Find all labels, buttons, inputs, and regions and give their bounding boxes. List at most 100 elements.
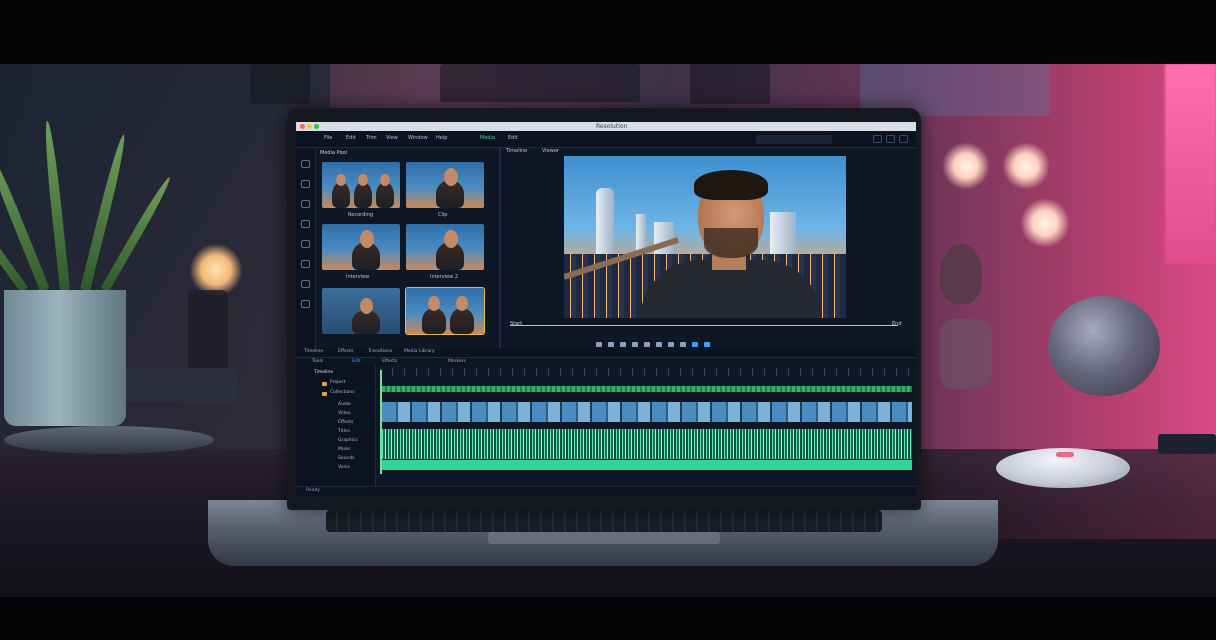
title-track[interactable] [382,386,912,392]
tab-effects[interactable]: Effects [338,349,353,354]
step-forward-icon[interactable] [632,342,638,347]
tree-item[interactable]: Titles [338,429,350,434]
skip-forward-icon[interactable] [644,342,650,347]
tree-item[interactable]: Project [330,380,345,385]
media-thumbnail[interactable] [322,288,400,334]
preview-tab-viewer[interactable]: Viewer [542,148,559,154]
media-icon[interactable] [301,160,310,168]
tab-media-library[interactable]: Media Library [404,349,435,354]
effects-icon[interactable] [301,220,310,228]
tree-item[interactable]: Music [338,447,351,452]
tree-item[interactable]: Sounds [338,456,355,461]
thumbnail-label: Interview [346,274,370,280]
media-panel-title: Media Pool [320,150,347,156]
menu-trim[interactable]: Trim [366,135,377,141]
menu-edit[interactable]: Edit [346,135,356,141]
transitions-icon[interactable] [301,240,310,248]
media-thumbnail[interactable] [322,162,400,208]
bokeh-light [942,142,990,190]
titles-icon[interactable] [301,200,310,208]
menu-file[interactable]: File [324,135,332,141]
audio-icon[interactable] [301,180,310,188]
maximize-icon[interactable] [314,124,319,129]
export-button-icon[interactable] [704,342,710,347]
render-icon[interactable] [692,342,698,347]
media-thumbnail[interactable] [322,224,400,270]
playback-controls [596,342,710,347]
laptop-keyboard [326,510,882,532]
wall-frame [690,64,770,104]
window-titlebar: Resolution [296,122,916,131]
toolbar-effects[interactable]: Effects [382,359,397,364]
preview-tab-timeline[interactable]: Timeline [506,148,527,154]
skyline-tower [596,188,614,258]
tab-transitions[interactable]: Transitions [368,349,392,354]
window-title: Resolution [596,123,628,130]
tree-item[interactable]: Voice [338,465,350,470]
status-text: Ready [306,488,320,493]
tree-item[interactable]: Effects [338,420,353,425]
folder-icon [322,392,327,396]
export-icon[interactable] [899,135,908,143]
loop-icon[interactable] [656,342,662,347]
minimize-icon[interactable] [307,124,312,129]
tree-item[interactable]: Collections [330,390,355,395]
book [120,368,238,402]
settings-icon[interactable] [886,135,895,143]
skip-back-icon[interactable] [596,342,602,347]
status-bar [296,486,916,496]
media-thumbnail-selected[interactable] [405,287,485,335]
media-thumbnail[interactable] [406,162,484,208]
menu-help[interactable]: Help [436,135,447,141]
menu-view[interactable]: View [386,135,398,141]
tree-item[interactable]: Graphics [338,438,358,443]
play-icon[interactable] [620,342,626,347]
volume-icon[interactable] [668,342,674,347]
bokeh-light [1020,198,1070,248]
fullscreen-icon[interactable] [680,342,686,347]
menu-media[interactable]: Media [480,135,495,141]
project-root[interactable]: Timeline [314,370,333,375]
audio-waveform-track[interactable] [382,429,912,459]
toolbar-tools[interactable]: Tools [312,359,323,364]
playhead[interactable] [380,370,382,474]
window-toolbar [873,135,908,143]
panel-divider[interactable] [499,148,501,348]
color-icon[interactable] [301,260,310,268]
tree-item[interactable]: Audio [338,402,351,407]
plant-pot [4,290,126,426]
toolbar-markers[interactable]: Markers [448,359,466,364]
jar [940,319,992,389]
tab-timeline[interactable]: Timeline [304,349,323,354]
laptop-screen: Resolution File Edit Trim View Window He… [296,122,916,496]
thumbnail-label: Recording [348,212,374,218]
scrub-bar[interactable] [510,325,898,326]
thumbnail-label: Interview 2 [430,274,459,280]
menu-edit-page[interactable]: Edit [508,135,518,141]
search-input[interactable] [756,135,832,144]
layout-icon[interactable] [873,135,882,143]
project-panel: Timeline Project Collections Audio Video… [296,366,376,486]
close-icon[interactable] [300,124,305,129]
skyline-tower [770,212,796,258]
panel-tabs: Timeline Effects Transitions Media Libra… [296,348,916,357]
video-track[interactable] [382,402,912,422]
tree-item[interactable]: Video [338,411,351,416]
audio-track[interactable] [382,460,912,470]
pink-window [1165,64,1216,264]
folder-icon [322,382,327,386]
mouse-light [1056,452,1074,457]
graphics-icon[interactable] [301,280,310,288]
vase [1048,296,1160,396]
wall-frame [250,64,310,104]
laptop-trackpad [488,532,720,544]
step-back-icon[interactable] [608,342,614,347]
export-icon[interactable] [301,300,310,308]
timeline-ruler[interactable] [380,368,912,376]
menu-window[interactable]: Window [408,135,428,141]
video-preview[interactable] [564,156,846,318]
notebook [1158,434,1216,454]
media-thumbnail[interactable] [406,224,484,270]
lamp-glow [190,244,242,296]
toolbar-edit[interactable]: Edit [352,359,361,364]
